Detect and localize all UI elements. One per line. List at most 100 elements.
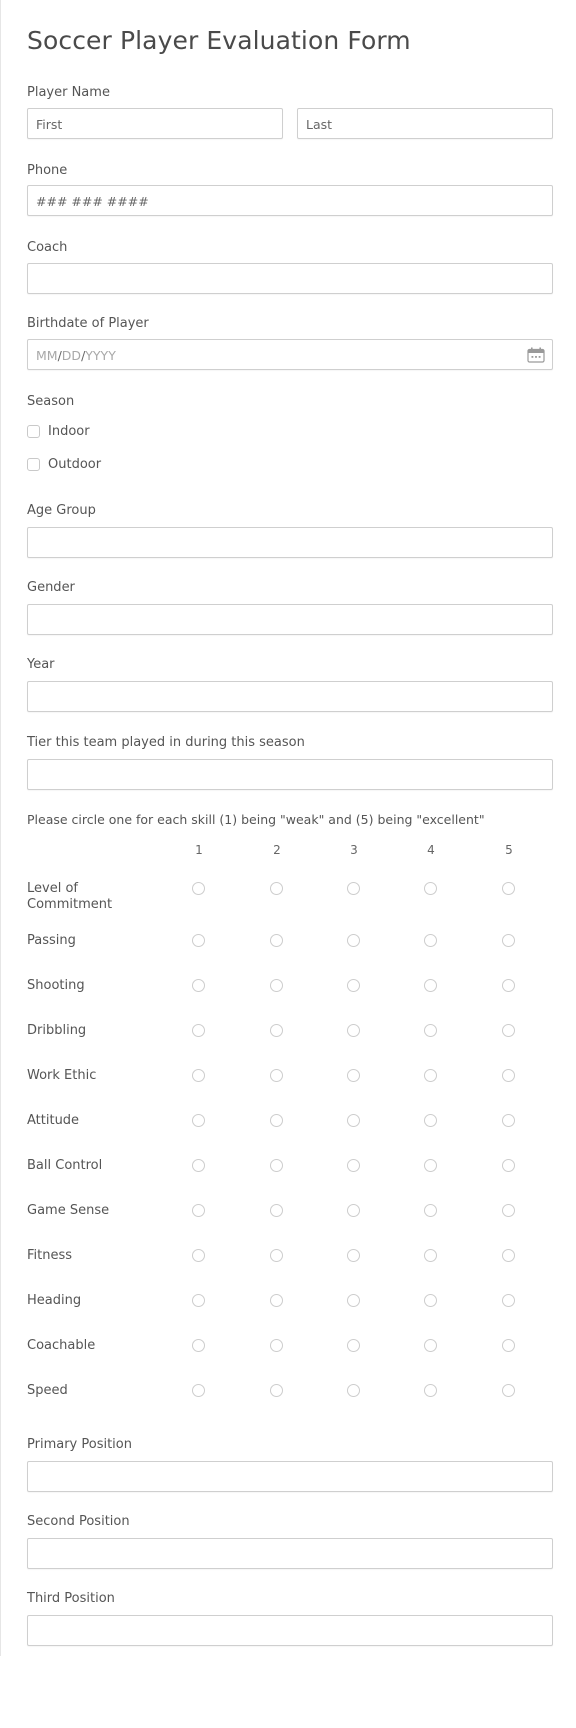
rating-radio-2[interactable]: [270, 1069, 283, 1082]
rating-radio-4[interactable]: [424, 1024, 437, 1037]
rating-radio-3[interactable]: [347, 1339, 360, 1352]
rating-radio-1[interactable]: [192, 1114, 205, 1127]
rating-radio-1[interactable]: [192, 1339, 205, 1352]
rating-radio-2[interactable]: [270, 979, 283, 992]
player-name-label: Player Name: [27, 85, 110, 100]
rating-radio-5[interactable]: [502, 1294, 515, 1307]
rating-radio-5[interactable]: [502, 1159, 515, 1172]
rating-radio-4[interactable]: [424, 1339, 437, 1352]
year-input[interactable]: [27, 681, 553, 712]
rating-radio-2[interactable]: [270, 1159, 283, 1172]
primary-position-label: Primary Position: [27, 1437, 132, 1452]
phone-placeholder: ### ### ####: [36, 194, 149, 209]
phone-input[interactable]: ### ### ####: [27, 185, 553, 216]
skills-instructions: Please circle one for each skill (1) bei…: [27, 812, 485, 827]
rating-radio-2[interactable]: [270, 882, 283, 895]
age-group-input[interactable]: [27, 527, 553, 558]
rating-radio-4[interactable]: [424, 934, 437, 947]
month-placeholder: MM: [36, 348, 58, 363]
rating-radio-4[interactable]: [424, 1249, 437, 1262]
rating-radio-3[interactable]: [347, 1069, 360, 1082]
rating-radio-3[interactable]: [347, 979, 360, 992]
rating-radio-1[interactable]: [192, 934, 205, 947]
rating-radio-3[interactable]: [347, 1204, 360, 1217]
skill-label: Speed: [27, 1383, 68, 1398]
skill-label: Coachable: [27, 1338, 96, 1353]
skill-label: Passing: [27, 933, 76, 948]
third-position-input[interactable]: [27, 1615, 553, 1646]
day-placeholder: DD: [61, 348, 82, 363]
rating-radio-5[interactable]: [502, 1339, 515, 1352]
rating-radio-2[interactable]: [270, 934, 283, 947]
rating-radio-4[interactable]: [424, 1384, 437, 1397]
birthdate-label: Birthdate of Player: [27, 316, 149, 331]
coach-input[interactable]: [27, 263, 553, 294]
form-title: Soccer Player Evaluation Form: [27, 26, 411, 55]
primary-position-input[interactable]: [27, 1461, 553, 1492]
rating-radio-5[interactable]: [502, 1114, 515, 1127]
rating-radio-5[interactable]: [502, 1024, 515, 1037]
scale-header-1: 1: [195, 843, 203, 857]
second-position-label: Second Position: [27, 1514, 130, 1529]
rating-radio-3[interactable]: [347, 1114, 360, 1127]
rating-radio-5[interactable]: [502, 979, 515, 992]
calendar-icon[interactable]: [527, 347, 545, 363]
rating-radio-1[interactable]: [192, 1249, 205, 1262]
outdoor-label: Outdoor: [48, 457, 102, 472]
rating-radio-1[interactable]: [192, 882, 205, 895]
outdoor-checkbox[interactable]: [27, 458, 40, 471]
rating-radio-4[interactable]: [424, 1069, 437, 1082]
rating-radio-2[interactable]: [270, 1384, 283, 1397]
birthdate-placeholder: MM/DD/YYYY: [36, 348, 116, 363]
rating-radio-1[interactable]: [192, 1384, 205, 1397]
tier-input[interactable]: [27, 759, 553, 790]
rating-radio-1[interactable]: [192, 1024, 205, 1037]
rating-radio-1[interactable]: [192, 1069, 205, 1082]
rating-radio-2[interactable]: [270, 1024, 283, 1037]
rating-radio-3[interactable]: [347, 1294, 360, 1307]
rating-radio-2[interactable]: [270, 1114, 283, 1127]
rating-radio-1[interactable]: [192, 979, 205, 992]
rating-radio-4[interactable]: [424, 882, 437, 895]
indoor-label: Indoor: [48, 424, 90, 439]
rating-radio-1[interactable]: [192, 1159, 205, 1172]
last-name-input[interactable]: Last: [297, 108, 553, 139]
rating-radio-2[interactable]: [270, 1249, 283, 1262]
rating-radio-5[interactable]: [502, 1384, 515, 1397]
rating-radio-3[interactable]: [347, 882, 360, 895]
rating-radio-4[interactable]: [424, 1294, 437, 1307]
rating-radio-1[interactable]: [192, 1294, 205, 1307]
rating-radio-5[interactable]: [502, 1249, 515, 1262]
rating-radio-4[interactable]: [424, 1159, 437, 1172]
age-group-label: Age Group: [27, 503, 96, 518]
rating-radio-4[interactable]: [424, 1114, 437, 1127]
rating-radio-5[interactable]: [502, 882, 515, 895]
season-label: Season: [27, 394, 75, 409]
season-option-outdoor[interactable]: Outdoor: [27, 457, 101, 472]
rating-radio-5[interactable]: [502, 934, 515, 947]
rating-radio-2[interactable]: [270, 1339, 283, 1352]
rating-radio-5[interactable]: [502, 1069, 515, 1082]
rating-radio-5[interactable]: [502, 1204, 515, 1217]
rating-radio-2[interactable]: [270, 1294, 283, 1307]
rating-radio-4[interactable]: [424, 1204, 437, 1217]
rating-radio-3[interactable]: [347, 1159, 360, 1172]
rating-radio-3[interactable]: [347, 1384, 360, 1397]
rating-radio-4[interactable]: [424, 979, 437, 992]
birthdate-input[interactable]: MM/DD/YYYY: [27, 339, 553, 370]
first-name-input[interactable]: First: [27, 108, 283, 139]
gender-input[interactable]: [27, 604, 553, 635]
second-position-input[interactable]: [27, 1538, 553, 1569]
rating-radio-2[interactable]: [270, 1204, 283, 1217]
rating-radio-1[interactable]: [192, 1204, 205, 1217]
tier-label: Tier this team played in during this sea…: [27, 735, 305, 750]
phone-label: Phone: [27, 163, 68, 178]
rating-radio-3[interactable]: [347, 1249, 360, 1262]
rating-radio-3[interactable]: [347, 934, 360, 947]
season-option-indoor[interactable]: Indoor: [27, 424, 90, 439]
scale-header-2: 2: [273, 843, 281, 857]
rating-radio-3[interactable]: [347, 1024, 360, 1037]
skill-label: Level of Commitment: [27, 881, 113, 912]
form-page: Soccer Player Evaluation Form Player Nam…: [0, 0, 576, 1656]
indoor-checkbox[interactable]: [27, 425, 40, 438]
